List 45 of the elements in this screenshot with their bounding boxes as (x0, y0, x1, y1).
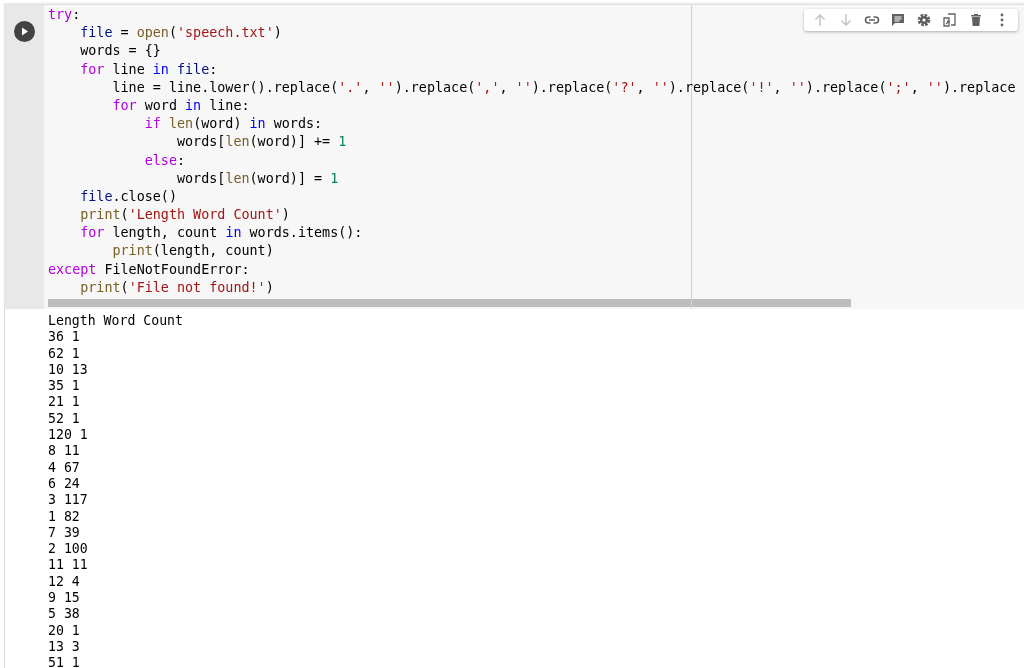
code-line: print('File not found!') (79, 278, 274, 297)
code-line: words[len(word)] = 1 (176, 169, 339, 188)
output-line: 10 13 (48, 361, 88, 379)
output-line: 21 1 (48, 394, 80, 411)
output-line: 7 39 (48, 524, 80, 542)
output-line: 2 100 (48, 541, 88, 558)
code-line: words[len(word)] += 1 (176, 133, 347, 152)
settings-icon[interactable] (916, 12, 932, 28)
output-line: 36 1 (48, 329, 80, 346)
code-line: for word in line: (111, 96, 250, 115)
output-line: 52 1 (48, 410, 80, 428)
mirror-cell-icon[interactable] (942, 12, 958, 28)
code-line: print('Length Word Count') (79, 206, 290, 225)
output-line: 3 117 (48, 492, 88, 509)
code-line: line = line.lower().replace('.', '').replace(',', '').replace('?', '').replace('!', '').replace(';', '').replace (111, 78, 1016, 97)
output-line: 8 11 (48, 443, 80, 460)
code-line: try: (48, 6, 81, 24)
code-line: except FileNotFoundError: (48, 260, 250, 279)
output-line: 9 15 (48, 590, 80, 607)
output-line: 35 1 (48, 378, 80, 395)
horizontal-scrollbar[interactable] (48, 299, 851, 307)
output-line: 5 38 (48, 606, 80, 623)
code-line: file.close() (79, 187, 177, 206)
output-line: 4 67 (48, 459, 80, 476)
output-line: 62 1 (48, 345, 80, 362)
code-line: print(length, count) (111, 242, 274, 261)
trash-icon[interactable] (968, 12, 984, 28)
run-button[interactable] (13, 21, 35, 42)
output-line: Length Word Count (48, 313, 183, 330)
output-line: 12 4 (48, 573, 80, 591)
comment-icon[interactable] (890, 12, 906, 28)
code-line: file = open('speech.txt') (79, 24, 282, 43)
output-line: 120 1 (48, 427, 88, 444)
output-line: 13 3 (48, 638, 80, 656)
code-line: else: (143, 151, 186, 170)
code-line: words = {} (79, 42, 161, 61)
play-icon (19, 27, 29, 36)
code-line: if len(word) in words: (143, 115, 323, 134)
output-line: 1 82 (48, 508, 80, 525)
output-line: 6 24 (48, 475, 80, 493)
output-line: 20 1 (48, 622, 80, 639)
code-line: for line in file: (79, 60, 218, 79)
output-line: 51 1 (48, 655, 80, 668)
output-line: 11 11 (48, 557, 88, 574)
code-line: for length, count in words.items(): (79, 224, 363, 243)
